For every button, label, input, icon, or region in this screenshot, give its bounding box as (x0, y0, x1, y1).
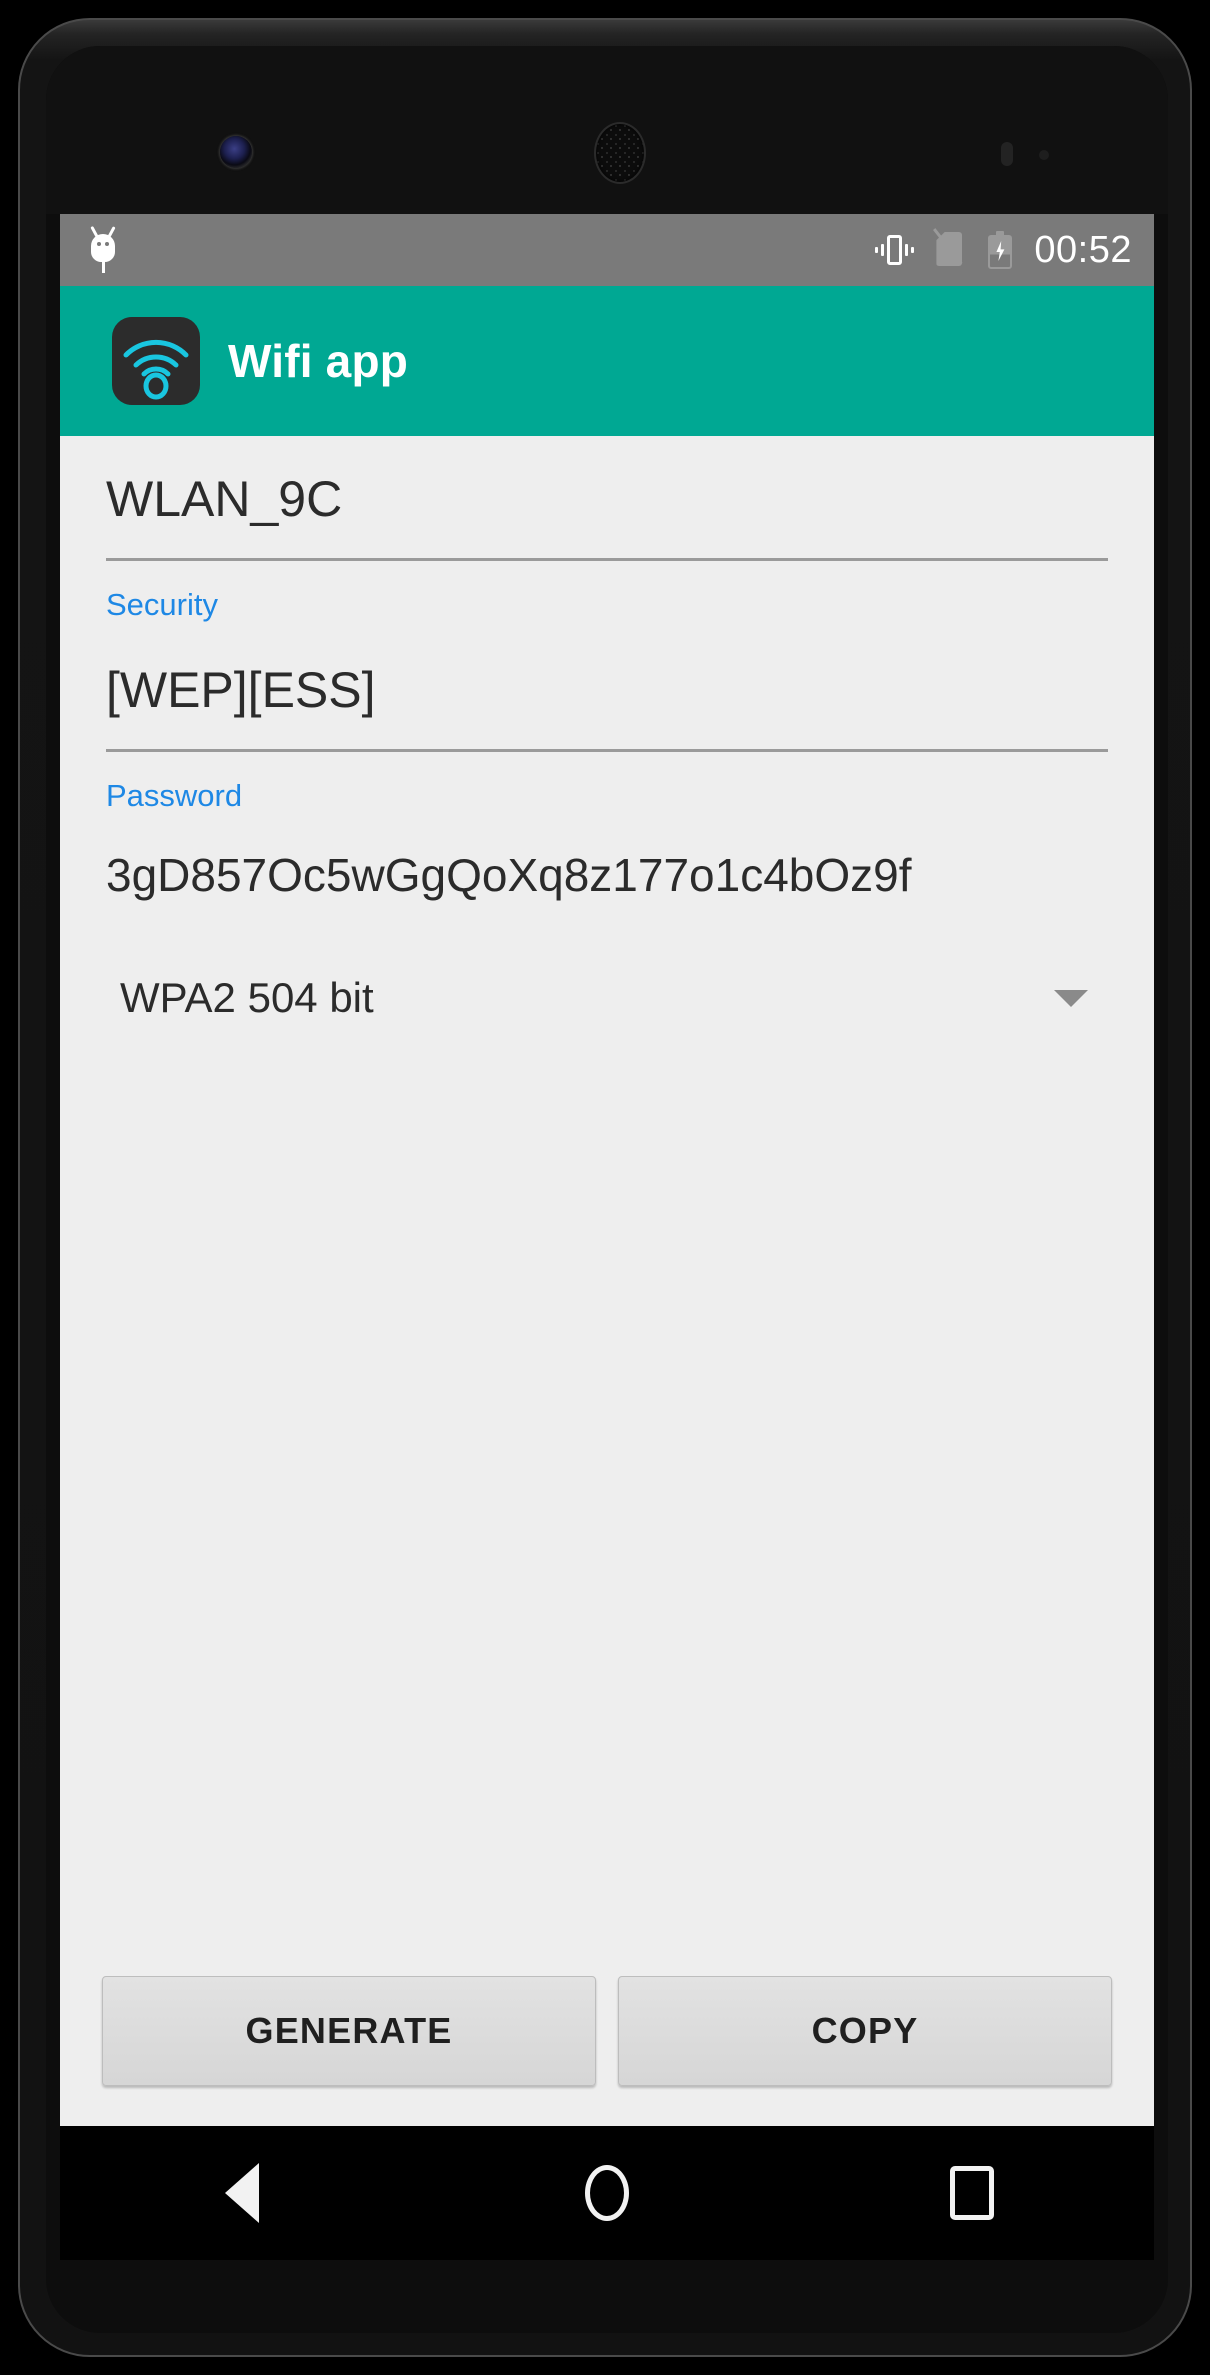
password-value[interactable]: 3gD857Oc5wGgQoXq8z177o1c4bOz9f (106, 818, 1108, 928)
wifi-form: WLAN_9C Security [WEP][ESS] Password 3gD… (60, 436, 1154, 1976)
status-bar-right: 00:52 (874, 228, 1132, 271)
status-bar-clock: 00:52 (1034, 229, 1132, 271)
security-label: Security (106, 587, 218, 622)
action-button-row: GENERATE COPY (60, 1976, 1154, 2126)
phone-screen: 00:52 Wifi app WLAN_9C Security [WEP][ES… (60, 214, 1154, 2126)
copy-button[interactable]: COPY (618, 1976, 1112, 2086)
navigation-bar (60, 2126, 1154, 2260)
back-triangle-icon (225, 2163, 260, 2223)
app-title: Wifi app (228, 335, 409, 387)
nav-home-button[interactable] (547, 2153, 667, 2233)
encryption-strength-spinner[interactable]: WPA2 504 bit (106, 956, 1108, 1040)
generate-button[interactable]: GENERATE (102, 1976, 596, 2086)
security-field[interactable]: Security [WEP][ESS] (60, 561, 1154, 749)
chevron-down-icon (1054, 989, 1088, 1007)
phone-front-panel: 00:52 Wifi app WLAN_9C Security [WEP][ES… (46, 46, 1168, 2333)
security-value[interactable]: [WEP][ESS] (106, 627, 1108, 749)
app-bar: Wifi app (60, 286, 1154, 436)
ssid-field[interactable]: WLAN_9C (60, 436, 1154, 558)
front-camera-icon (220, 136, 252, 168)
status-bar-left (86, 226, 874, 273)
light-sensor-icon (1039, 150, 1049, 160)
wifi-app-icon (112, 317, 200, 405)
password-field[interactable]: Password 3gD857Oc5wGgQoXq8z177o1c4bOz9f (60, 752, 1154, 928)
proximity-sensor-icon (1001, 142, 1013, 166)
status-bar: 00:52 (60, 214, 1154, 286)
nav-recents-button[interactable] (912, 2153, 1032, 2233)
home-circle-icon (584, 2165, 629, 2221)
recents-square-icon (949, 2166, 994, 2220)
earpiece-speaker-icon (594, 122, 646, 184)
phone-body: 00:52 Wifi app WLAN_9C Security [WEP][ES… (18, 18, 1192, 2357)
password-label: Password (106, 778, 243, 813)
ssid-value[interactable]: WLAN_9C (106, 436, 1108, 558)
phone-top-bezel (46, 46, 1168, 214)
encryption-strength-value: WPA2 504 bit (120, 974, 374, 1021)
battery-charging-icon (988, 231, 1013, 269)
vibrate-icon (874, 233, 915, 267)
nav-back-button[interactable] (182, 2153, 302, 2233)
no-sim-icon (933, 228, 966, 268)
main-content: WLAN_9C Security [WEP][ESS] Password 3gD… (60, 436, 1154, 2126)
android-head-icon (86, 226, 120, 273)
phone-device: 00:52 Wifi app WLAN_9C Security [WEP][ES… (0, 0, 1210, 2375)
